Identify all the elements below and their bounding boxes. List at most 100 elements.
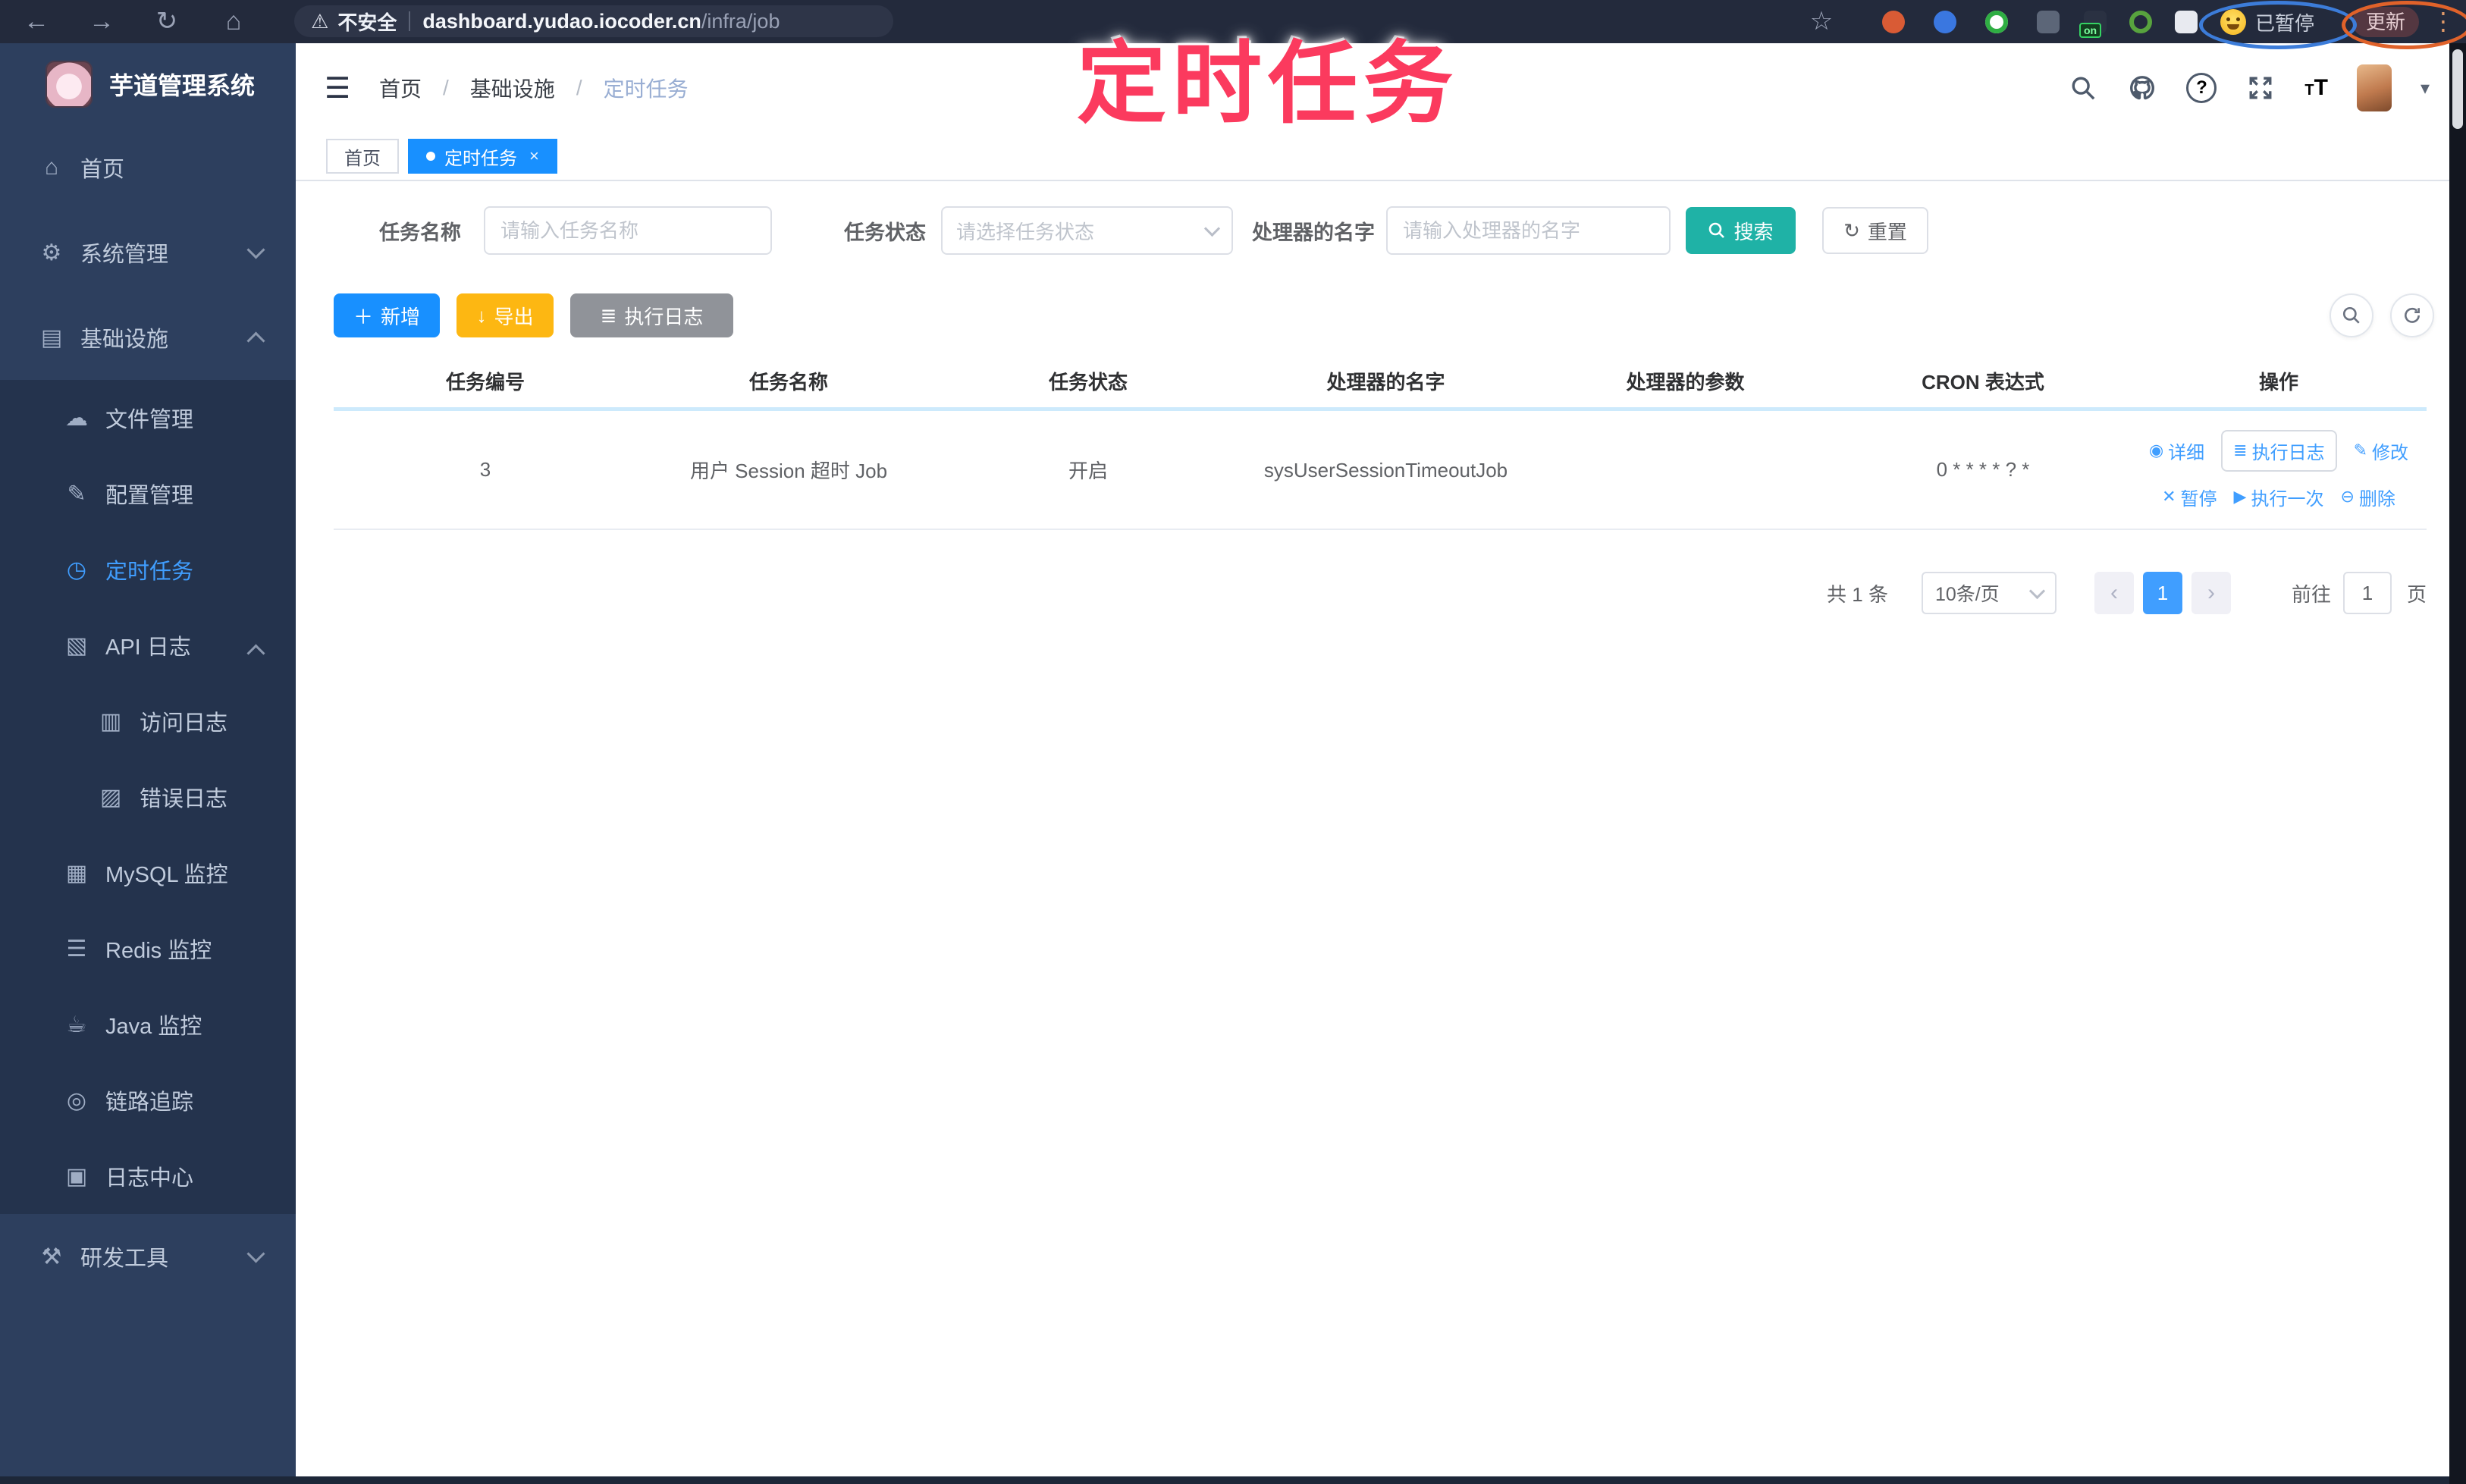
annotation-overlay-title: 定时任务: [1077, 34, 1460, 134]
add-button[interactable]: ＋ 新增: [334, 293, 440, 337]
search-icon[interactable]: [2068, 73, 2098, 103]
fullscreen-icon[interactable]: [2245, 73, 2276, 103]
search-button-label: 搜索: [1733, 220, 1774, 243]
tab-scheduled-jobs[interactable]: 定时任务 ×: [408, 139, 557, 174]
window-scrollbar-track[interactable]: [2449, 43, 2466, 1484]
edit-link[interactable]: ✎ 修改: [2354, 438, 2408, 464]
exec-log-button[interactable]: ≣ 执行日志: [570, 293, 733, 337]
detail-link[interactable]: ◉ 详细: [2149, 438, 2204, 464]
exec-log-link-label: 执行日志: [2251, 442, 2325, 463]
logo-avatar: [45, 61, 93, 108]
extension-icon[interactable]: [1934, 11, 1956, 33]
refresh-table-button[interactable]: [2390, 293, 2434, 337]
user-avatar[interactable]: [2356, 64, 2392, 111]
delete-link-label: 删除: [2358, 488, 2395, 510]
address-bar-divider: [409, 11, 411, 31]
sidebar-item-infra[interactable]: ▤ 基础设施: [0, 295, 296, 380]
run-once-link[interactable]: ▶ 执行一次: [2234, 484, 2324, 510]
sidebar-item-file-manage[interactable]: ☁ 文件管理: [0, 380, 296, 456]
breadcrumb-current: 定时任务: [603, 77, 689, 101]
export-button[interactable]: ↓ 导出: [456, 293, 554, 337]
cell-actions: ◉ 详细 ≣ 执行日志 ✎ 修改 ✕ 暂停 ▶ 执行一次 ⊖ 删除: [2131, 429, 2427, 510]
toggle-search-button[interactable]: [2330, 293, 2373, 337]
chevron-up-icon: [246, 331, 265, 350]
table-row[interactable]: 3 用户 Session 超时 Job 开启 sysUserSessionTim…: [334, 411, 2427, 530]
sidebar-item-config-manage[interactable]: ✎ 配置管理: [0, 456, 296, 532]
profile-paused-chip[interactable]: 已暂停: [2220, 7, 2314, 37]
browser-back-icon[interactable]: ←: [20, 0, 53, 43]
url-path: /infra/job: [701, 9, 780, 33]
column-header: 任务名称: [748, 370, 828, 394]
prev-page-button[interactable]: ‹: [2094, 572, 2134, 614]
bookmark-star-icon[interactable]: ☆: [1805, 0, 1838, 43]
refresh-icon: [2405, 307, 2420, 323]
delete-link[interactable]: ⊖ 删除: [2340, 484, 2395, 510]
sidebar-item-label: Redis 监控: [105, 939, 212, 963]
address-bar[interactable]: ⚠ 不安全 dashboard.yudao.iocoder.cn /infra/…: [294, 5, 893, 37]
tab-home[interactable]: 首页: [326, 139, 399, 174]
extensions-puzzle-icon[interactable]: [2175, 11, 2198, 33]
tab-label: 定时任务: [444, 148, 517, 169]
sidebar-item-dev-tools[interactable]: ⚒ 研发工具: [0, 1214, 296, 1299]
scrollbar-thumb[interactable]: [2452, 49, 2463, 129]
sidebar-item-trace[interactable]: ◎ 链路追踪: [0, 1062, 296, 1138]
handler-name-label: 处理器的名字: [1252, 221, 1375, 244]
sidebar-item-error-log[interactable]: ▨ 错误日志: [0, 759, 296, 835]
sidebar-item-api-log[interactable]: ▧ API 日志: [0, 607, 296, 683]
extension-icon[interactable]: [1882, 11, 1905, 33]
sidebar-item-scheduled-jobs[interactable]: ◷ 定时任务: [0, 532, 296, 607]
collapse-sidebar-icon[interactable]: ☰: [325, 71, 358, 105]
github-icon[interactable]: [2127, 73, 2157, 103]
sidebar-item-label: 定时任务: [105, 560, 194, 584]
close-icon[interactable]: ×: [529, 146, 539, 166]
handler-name-input[interactable]: [1386, 206, 1671, 255]
sidebar-item-label: Java 监控: [105, 1015, 202, 1039]
job-name-input[interactable]: [484, 206, 772, 255]
extension-icon[interactable]: [1985, 11, 2008, 33]
breadcrumb-infra[interactable]: 基础设施: [470, 73, 555, 103]
avatar-caret-down-icon[interactable]: ▾: [2421, 77, 2430, 99]
sidebar-item-home[interactable]: ⌂ 首页: [0, 125, 296, 210]
extension-list-icon[interactable]: on: [2079, 11, 2107, 38]
extension-icon[interactable]: [2037, 11, 2060, 33]
reset-button[interactable]: ↻ 重置: [1822, 207, 1928, 254]
sidebar-item-log-center[interactable]: ▣ 日志中心: [0, 1138, 296, 1214]
redis-icon: ☰: [66, 936, 87, 962]
breadcrumb-home[interactable]: 首页: [379, 73, 422, 103]
header-left: ☰ 首页 / 基础设施 / 定时任务: [325, 43, 689, 133]
row-actions-line-2: ✕ 暂停 ▶ 执行一次 ⊖ 删除: [2162, 484, 2395, 510]
app-logo: 芋道管理系统: [0, 43, 296, 125]
sidebar-item-mysql-monitor[interactable]: ▦ MySQL 监控: [0, 835, 296, 911]
home-icon: ⌂: [44, 155, 59, 180]
font-size-icon[interactable]: TT: [2304, 75, 2328, 101]
sidebar-item-system[interactable]: ⚙ 系统管理: [0, 210, 296, 295]
pagination-total: 共 1 条: [1827, 582, 1888, 606]
page-1-button[interactable]: 1: [2142, 572, 2182, 614]
browser-forward-icon[interactable]: →: [85, 0, 118, 43]
sidebar-item-redis-monitor[interactable]: ☰ Redis 监控: [0, 911, 296, 987]
search-button[interactable]: 搜索: [1686, 207, 1796, 254]
next-page-button[interactable]: ›: [2191, 572, 2231, 614]
sidebar: 芋道管理系统 ⌂ 首页 ⚙ 系统管理 ▤ 基础设施 ☁ 文件管理 ✎ 配置管理: [0, 43, 296, 1484]
database-icon: ▦: [65, 860, 88, 886]
browser-update-button[interactable]: 更新: [2352, 7, 2420, 37]
page-size-select[interactable]: 10条/页: [1921, 572, 2057, 614]
chevron-down-icon: [246, 240, 265, 259]
sidebar-item-access-log[interactable]: ▥ 访问日志: [0, 683, 296, 759]
extension-key-icon[interactable]: [2129, 11, 2152, 33]
job-name-label: 任务名称: [379, 221, 461, 244]
row-actions-line-1: ◉ 详细 ≣ 执行日志 ✎ 修改: [2149, 429, 2408, 472]
browser-menu-kebab-icon[interactable]: ⋮: [2431, 0, 2455, 43]
goto-page-input[interactable]: [2342, 572, 2392, 614]
gear-icon: ⚙: [41, 240, 62, 265]
sidebar-item-java-monitor[interactable]: ☕ Java 监控: [0, 987, 296, 1062]
pause-link[interactable]: ✕ 暂停: [2162, 484, 2217, 510]
exec-log-link[interactable]: ≣ 执行日志: [2221, 429, 2337, 472]
help-icon[interactable]: ?: [2186, 73, 2217, 103]
browser-home-icon[interactable]: ⌂: [217, 0, 250, 43]
detail-link-label: 详细: [2168, 442, 2205, 463]
browser-reload-icon[interactable]: ↻: [150, 0, 184, 43]
job-status-select[interactable]: 请选择任务状态: [941, 206, 1233, 255]
sidebar-item-label: API 日志: [105, 635, 191, 660]
breadcrumb-separator: /: [443, 76, 449, 99]
